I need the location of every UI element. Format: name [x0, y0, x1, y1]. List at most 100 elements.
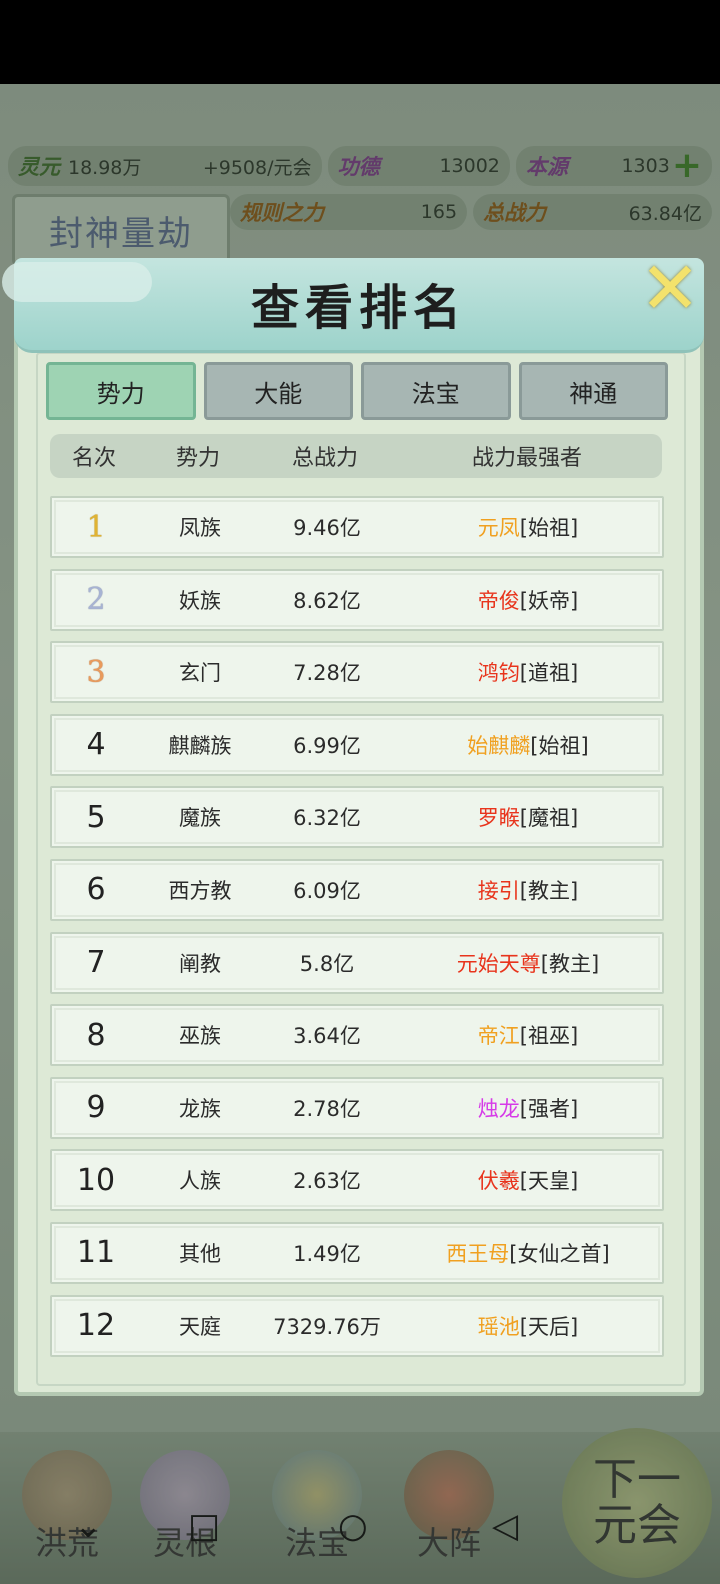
leader-title: [教主]	[540, 951, 600, 976]
total-power: 2.78亿	[293, 1096, 361, 1121]
strongest-leader: 接引[教主]	[394, 875, 662, 905]
strongest-leader: 元凤[始祖]	[394, 512, 662, 542]
total-power: 8.62亿	[293, 588, 361, 613]
ranking-tabs: 势力 大能 法宝 神通	[46, 362, 668, 420]
strongest-leader: 元始天尊[教主]	[394, 948, 662, 978]
table-row[interactable]: 6 西方教 6.09亿 接引[教主]	[50, 858, 664, 921]
total-power: 7329.76万	[273, 1314, 381, 1339]
leader-title: [女仙之首]	[509, 1241, 610, 1266]
faction-name: 人族	[179, 1169, 221, 1194]
total-power: 5.8亿	[299, 951, 355, 976]
strongest-leader: 帝江[祖巫]	[394, 1020, 662, 1050]
faction-name: 凤族	[179, 516, 221, 540]
tab-shentong[interactable]: 神通	[518, 362, 668, 420]
strongest-leader: 瑶池[天后]	[394, 1311, 662, 1341]
strongest-leader: 鸿钧[道祖]	[394, 657, 662, 687]
table-row[interactable]: 8 巫族 3.64亿 帝江[祖巫]	[50, 1004, 664, 1067]
leader-name: 始麒麟	[467, 733, 531, 758]
status-bar	[0, 0, 720, 84]
faction-name: 魔族	[179, 806, 221, 831]
total-power: 9.46亿	[293, 516, 361, 540]
leader-name: 鸿钧	[477, 661, 520, 686]
table-row[interactable]: 5 魔族 6.32亿 罗睺[魔祖]	[50, 786, 664, 849]
table-row[interactable]: 4 麒麟族 6.99亿 始麒麟[始祖]	[50, 713, 664, 776]
total-power: 6.32亿	[293, 806, 361, 831]
rank-number: 12	[76, 1308, 116, 1344]
table-row[interactable]: 2 妖族 8.62亿 帝俊[妖帝]	[50, 568, 664, 631]
rank-number: 4	[86, 727, 106, 763]
faction-name: 其他	[179, 1241, 221, 1266]
faction-name: 天庭	[179, 1314, 221, 1339]
leader-name: 接引	[477, 878, 520, 903]
total-power: 1.49亿	[293, 1241, 361, 1266]
ranking-modal: 查看排名 ✕ 势力 大能 法宝 神通 名次 势力 总战力 战力最强者 1 凤族 9.…	[2, 252, 704, 1396]
total-power: 3.64亿	[293, 1024, 361, 1049]
leader-title: [始祖]	[519, 516, 579, 540]
strongest-leader: 烛龙[强者]	[394, 1093, 662, 1123]
faction-name: 阐教	[179, 951, 221, 976]
leader-name: 烛龙	[477, 1096, 520, 1121]
tab-fabao[interactable]: 法宝	[361, 362, 511, 420]
leader-title: [强者]	[519, 1096, 579, 1121]
leader-title: [祖巫]	[519, 1024, 579, 1049]
faction-name: 玄门	[179, 661, 221, 686]
faction-name: 妖族	[179, 588, 221, 613]
total-power: 7.28亿	[293, 661, 361, 686]
table-row[interactable]: 12 天庭 7329.76万 瑶池[天后]	[50, 1294, 664, 1357]
rank-number: 1	[86, 509, 106, 545]
modal-title: 查看排名	[250, 280, 467, 336]
leader-title: [妖帝]	[519, 588, 579, 613]
leader-name: 瑶池	[477, 1314, 520, 1339]
column-header-power: 总战力	[291, 446, 358, 471]
leader-name: 伏羲	[477, 1169, 520, 1194]
strongest-leader: 西王母[女仙之首]	[394, 1238, 662, 1268]
table-row[interactable]: 7 阐教 5.8亿 元始天尊[教主]	[50, 931, 664, 994]
leader-title: [天后]	[519, 1314, 579, 1339]
faction-name: 西方教	[168, 878, 232, 903]
rank-number: 9	[86, 1090, 106, 1126]
rank-number: 8	[86, 1017, 106, 1053]
rank-number: 5	[86, 799, 106, 835]
leader-title: [天皇]	[519, 1169, 579, 1194]
table-row[interactable]: 10 人族 2.63亿 伏羲[天皇]	[50, 1149, 664, 1212]
rank-number: 2	[86, 582, 106, 618]
leader-name: 西王母	[446, 1241, 510, 1266]
total-power: 6.99亿	[293, 733, 361, 758]
leader-name: 元凤	[477, 516, 520, 540]
strongest-leader: 始麒麟[始祖]	[394, 730, 662, 760]
column-header-rank: 名次	[71, 446, 116, 471]
table-row[interactable]: 9 龙族 2.78亿 烛龙[强者]	[50, 1076, 664, 1139]
strongest-leader: 伏羲[天皇]	[394, 1165, 662, 1195]
leader-name: 帝江	[477, 1024, 520, 1049]
leader-name: 帝俊	[477, 588, 520, 613]
leader-title: [魔祖]	[519, 806, 579, 831]
total-power: 2.63亿	[293, 1169, 361, 1194]
table-row[interactable]: 11 其他 1.49亿 西王母[女仙之首]	[50, 1221, 664, 1284]
strongest-leader: 罗睺[魔祖]	[394, 802, 662, 832]
table-row[interactable]: 3 玄门 7.28亿 鸿钧[道祖]	[50, 641, 664, 704]
rank-number: 10	[76, 1162, 116, 1198]
leader-title: [教主]	[519, 878, 579, 903]
leader-name: 元始天尊	[456, 951, 541, 976]
rank-number: 7	[86, 945, 106, 981]
leader-title: [始祖]	[530, 733, 589, 758]
column-header-leader: 战力最强者	[471, 446, 582, 471]
faction-name: 麒麟族	[168, 733, 232, 758]
strongest-leader: 帝俊[妖帝]	[394, 585, 662, 615]
modal-header: 查看排名	[2, 258, 704, 353]
rank-number: 11	[76, 1235, 116, 1271]
table-row[interactable]: 1 凤族 9.46亿 元凤[始祖]	[50, 496, 664, 558]
rank-number: 3	[86, 654, 106, 690]
leader-title: [道祖]	[519, 661, 579, 686]
leader-name: 罗睺	[477, 806, 520, 831]
faction-name: 巫族	[179, 1024, 221, 1049]
table-header: 名次 势力 总战力 战力最强者	[50, 434, 662, 478]
tab-shili[interactable]: 势力	[46, 362, 196, 420]
total-power: 6.09亿	[293, 878, 361, 903]
faction-name: 龙族	[179, 1096, 221, 1121]
rank-number: 6	[86, 872, 106, 908]
tab-daneng[interactable]: 大能	[203, 362, 353, 420]
column-header-faction: 势力	[175, 446, 220, 471]
close-icon[interactable]: ✕	[636, 252, 704, 324]
ranking-table: 1 凤族 9.46亿 元凤[始祖] 2 妖族 8.62亿 帝俊[妖帝] 3 玄门 7.28亿 鸿钧[道…	[50, 496, 664, 1367]
